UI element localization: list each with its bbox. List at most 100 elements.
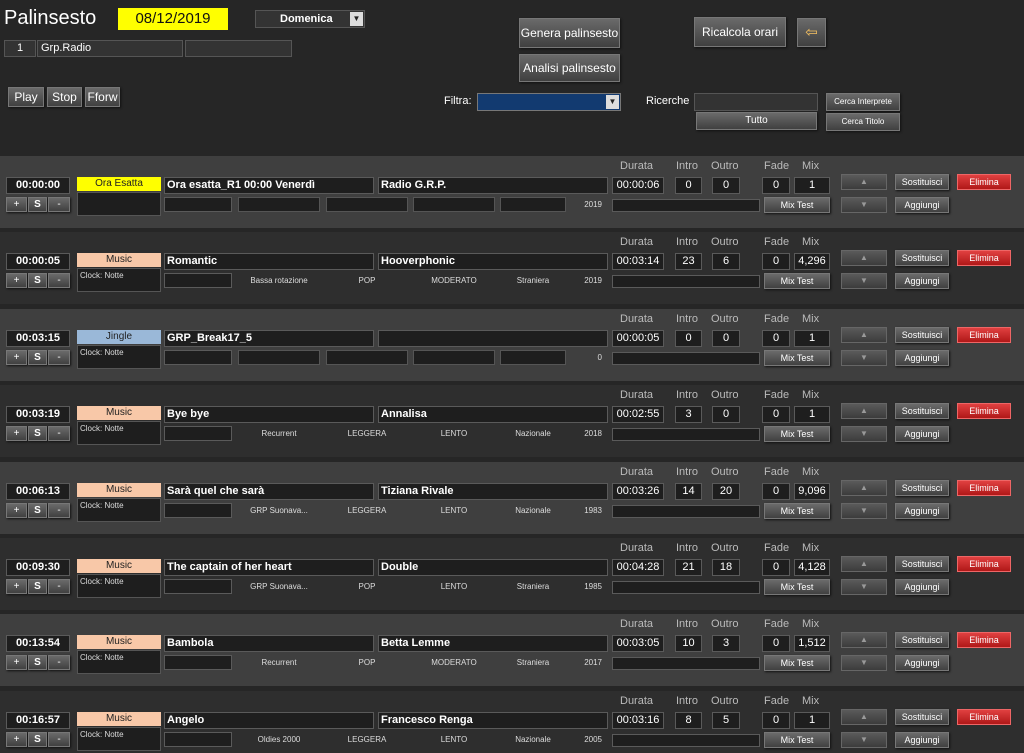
mix-field[interactable]: 1: [794, 711, 830, 729]
artist-field[interactable]: Francesco Renga: [378, 711, 608, 729]
minus-button[interactable]: -: [48, 731, 70, 747]
time-field[interactable]: 00:16:57: [6, 711, 70, 729]
title-field[interactable]: Romantic: [164, 253, 374, 271]
mix-test-button[interactable]: Mix Test: [764, 655, 830, 672]
durata-field[interactable]: 00:02:55: [612, 406, 664, 424]
minus-button[interactable]: -: [48, 502, 70, 518]
outro-field[interactable]: 18: [712, 559, 740, 576]
cerca-titolo-button[interactable]: Cerca Titolo: [826, 113, 900, 131]
durata-field[interactable]: 00:03:16: [612, 711, 664, 729]
plus-button[interactable]: +: [6, 426, 27, 442]
artist-field[interactable]: Betta Lemme: [378, 635, 608, 653]
artist-field[interactable]: Tiziana Rivale: [378, 482, 608, 500]
notes-field[interactable]: [612, 504, 760, 518]
title-field[interactable]: Sarà quel che sarà: [164, 482, 374, 500]
durata-field[interactable]: 00:00:05: [612, 329, 664, 347]
s-button[interactable]: S: [28, 349, 47, 365]
time-field[interactable]: 00:00:00: [6, 177, 70, 194]
mix-field[interactable]: 4,128: [794, 559, 830, 576]
aggiungi-button[interactable]: Aggiungi: [895, 579, 949, 595]
elimina-button[interactable]: Elimina: [957, 174, 1011, 190]
move-down-button[interactable]: ▼: [841, 426, 887, 443]
aggiungi-button[interactable]: Aggiungi: [895, 197, 949, 213]
filtra-select[interactable]: ▼: [477, 93, 621, 111]
elimina-button[interactable]: Elimina: [957, 632, 1011, 649]
date-field[interactable]: 08/12/2019: [118, 8, 228, 30]
outro-field[interactable]: 0: [712, 406, 740, 424]
aggiungi-button[interactable]: Aggiungi: [895, 426, 949, 443]
time-field[interactable]: 00:03:19: [6, 406, 70, 424]
elimina-button[interactable]: Elimina: [957, 479, 1011, 496]
analisi-palinsesto-button[interactable]: Analisi palinsesto: [519, 54, 620, 82]
move-down-button[interactable]: ▼: [841, 273, 887, 290]
chevron-down-icon[interactable]: ▼: [350, 12, 363, 26]
s-button[interactable]: S: [28, 655, 47, 671]
outro-field[interactable]: 6: [712, 253, 740, 271]
intro-field[interactable]: 23: [675, 253, 702, 271]
minus-button[interactable]: -: [48, 655, 70, 671]
s-button[interactable]: S: [28, 579, 47, 594]
sostituisci-button[interactable]: Sostituisci: [895, 632, 949, 649]
ricalcola-orari-button[interactable]: Ricalcola orari: [694, 17, 786, 47]
mix-field[interactable]: 4,296: [794, 253, 830, 271]
intro-field[interactable]: 0: [675, 177, 702, 194]
mix-field[interactable]: 9,096: [794, 482, 830, 500]
title-field[interactable]: GRP_Break17_5: [164, 329, 374, 347]
mix-field[interactable]: 1: [794, 177, 830, 194]
aggiungi-button[interactable]: Aggiungi: [895, 731, 949, 748]
move-up-button[interactable]: ▲: [841, 708, 887, 725]
ricerche-input[interactable]: [694, 93, 818, 111]
stop-button[interactable]: Stop: [47, 87, 82, 107]
move-down-button[interactable]: ▼: [841, 502, 887, 519]
day-select[interactable]: Domenica ▼: [255, 10, 365, 28]
fade-field[interactable]: 0: [762, 406, 790, 424]
outro-field[interactable]: 0: [712, 329, 740, 347]
fade-field[interactable]: 0: [762, 482, 790, 500]
notes-field[interactable]: [612, 428, 760, 442]
time-field[interactable]: 00:00:05: [6, 253, 70, 271]
subfield-empty[interactable]: [164, 731, 232, 747]
title-field[interactable]: Bye bye: [164, 406, 374, 424]
notes-field[interactable]: [612, 199, 760, 212]
mix-test-button[interactable]: Mix Test: [764, 426, 830, 443]
sostituisci-button[interactable]: Sostituisci: [895, 250, 949, 267]
move-up-button[interactable]: ▲: [841, 326, 887, 343]
artist-field[interactable]: Radio G.R.P.: [378, 177, 608, 194]
durata-field[interactable]: 00:00:06: [612, 177, 664, 194]
notes-field[interactable]: [612, 733, 760, 747]
move-up-button[interactable]: ▲: [841, 403, 887, 420]
intro-field[interactable]: 14: [675, 482, 702, 500]
minus-button[interactable]: -: [48, 349, 70, 365]
mix-test-button[interactable]: Mix Test: [764, 197, 830, 213]
chevron-down-icon[interactable]: ▼: [606, 95, 619, 109]
time-field[interactable]: 00:09:30: [6, 559, 70, 576]
s-button[interactable]: S: [28, 197, 47, 212]
outro-field[interactable]: 20: [712, 482, 740, 500]
plus-button[interactable]: +: [6, 197, 27, 212]
group-name-field[interactable]: Grp.Radio: [37, 40, 183, 57]
notes-field[interactable]: [612, 351, 760, 365]
sostituisci-button[interactable]: Sostituisci: [895, 174, 949, 190]
title-field[interactable]: Bambola: [164, 635, 374, 653]
outro-field[interactable]: 3: [712, 635, 740, 653]
title-field[interactable]: Ora esatta_R1 00:00 Venerdì: [164, 177, 374, 194]
s-button[interactable]: S: [28, 502, 47, 518]
intro-field[interactable]: 10: [675, 635, 702, 653]
durata-field[interactable]: 00:03:26: [612, 482, 664, 500]
subfield-empty[interactable]: [164, 273, 232, 289]
intro-field[interactable]: 21: [675, 559, 702, 576]
aggiungi-button[interactable]: Aggiungi: [895, 349, 949, 366]
s-button[interactable]: S: [28, 273, 47, 289]
durata-field[interactable]: 00:03:14: [612, 253, 664, 271]
elimina-button[interactable]: Elimina: [957, 708, 1011, 725]
mix-test-button[interactable]: Mix Test: [764, 579, 830, 595]
artist-field[interactable]: [378, 329, 608, 347]
plus-button[interactable]: +: [6, 349, 27, 365]
intro-field[interactable]: 3: [675, 406, 702, 424]
tutto-button[interactable]: Tutto: [696, 112, 817, 130]
mix-test-button[interactable]: Mix Test: [764, 502, 830, 519]
fade-field[interactable]: 0: [762, 253, 790, 271]
group-extra-field[interactable]: [185, 40, 292, 57]
notes-field[interactable]: [612, 657, 760, 671]
move-up-button[interactable]: ▲: [841, 556, 887, 572]
